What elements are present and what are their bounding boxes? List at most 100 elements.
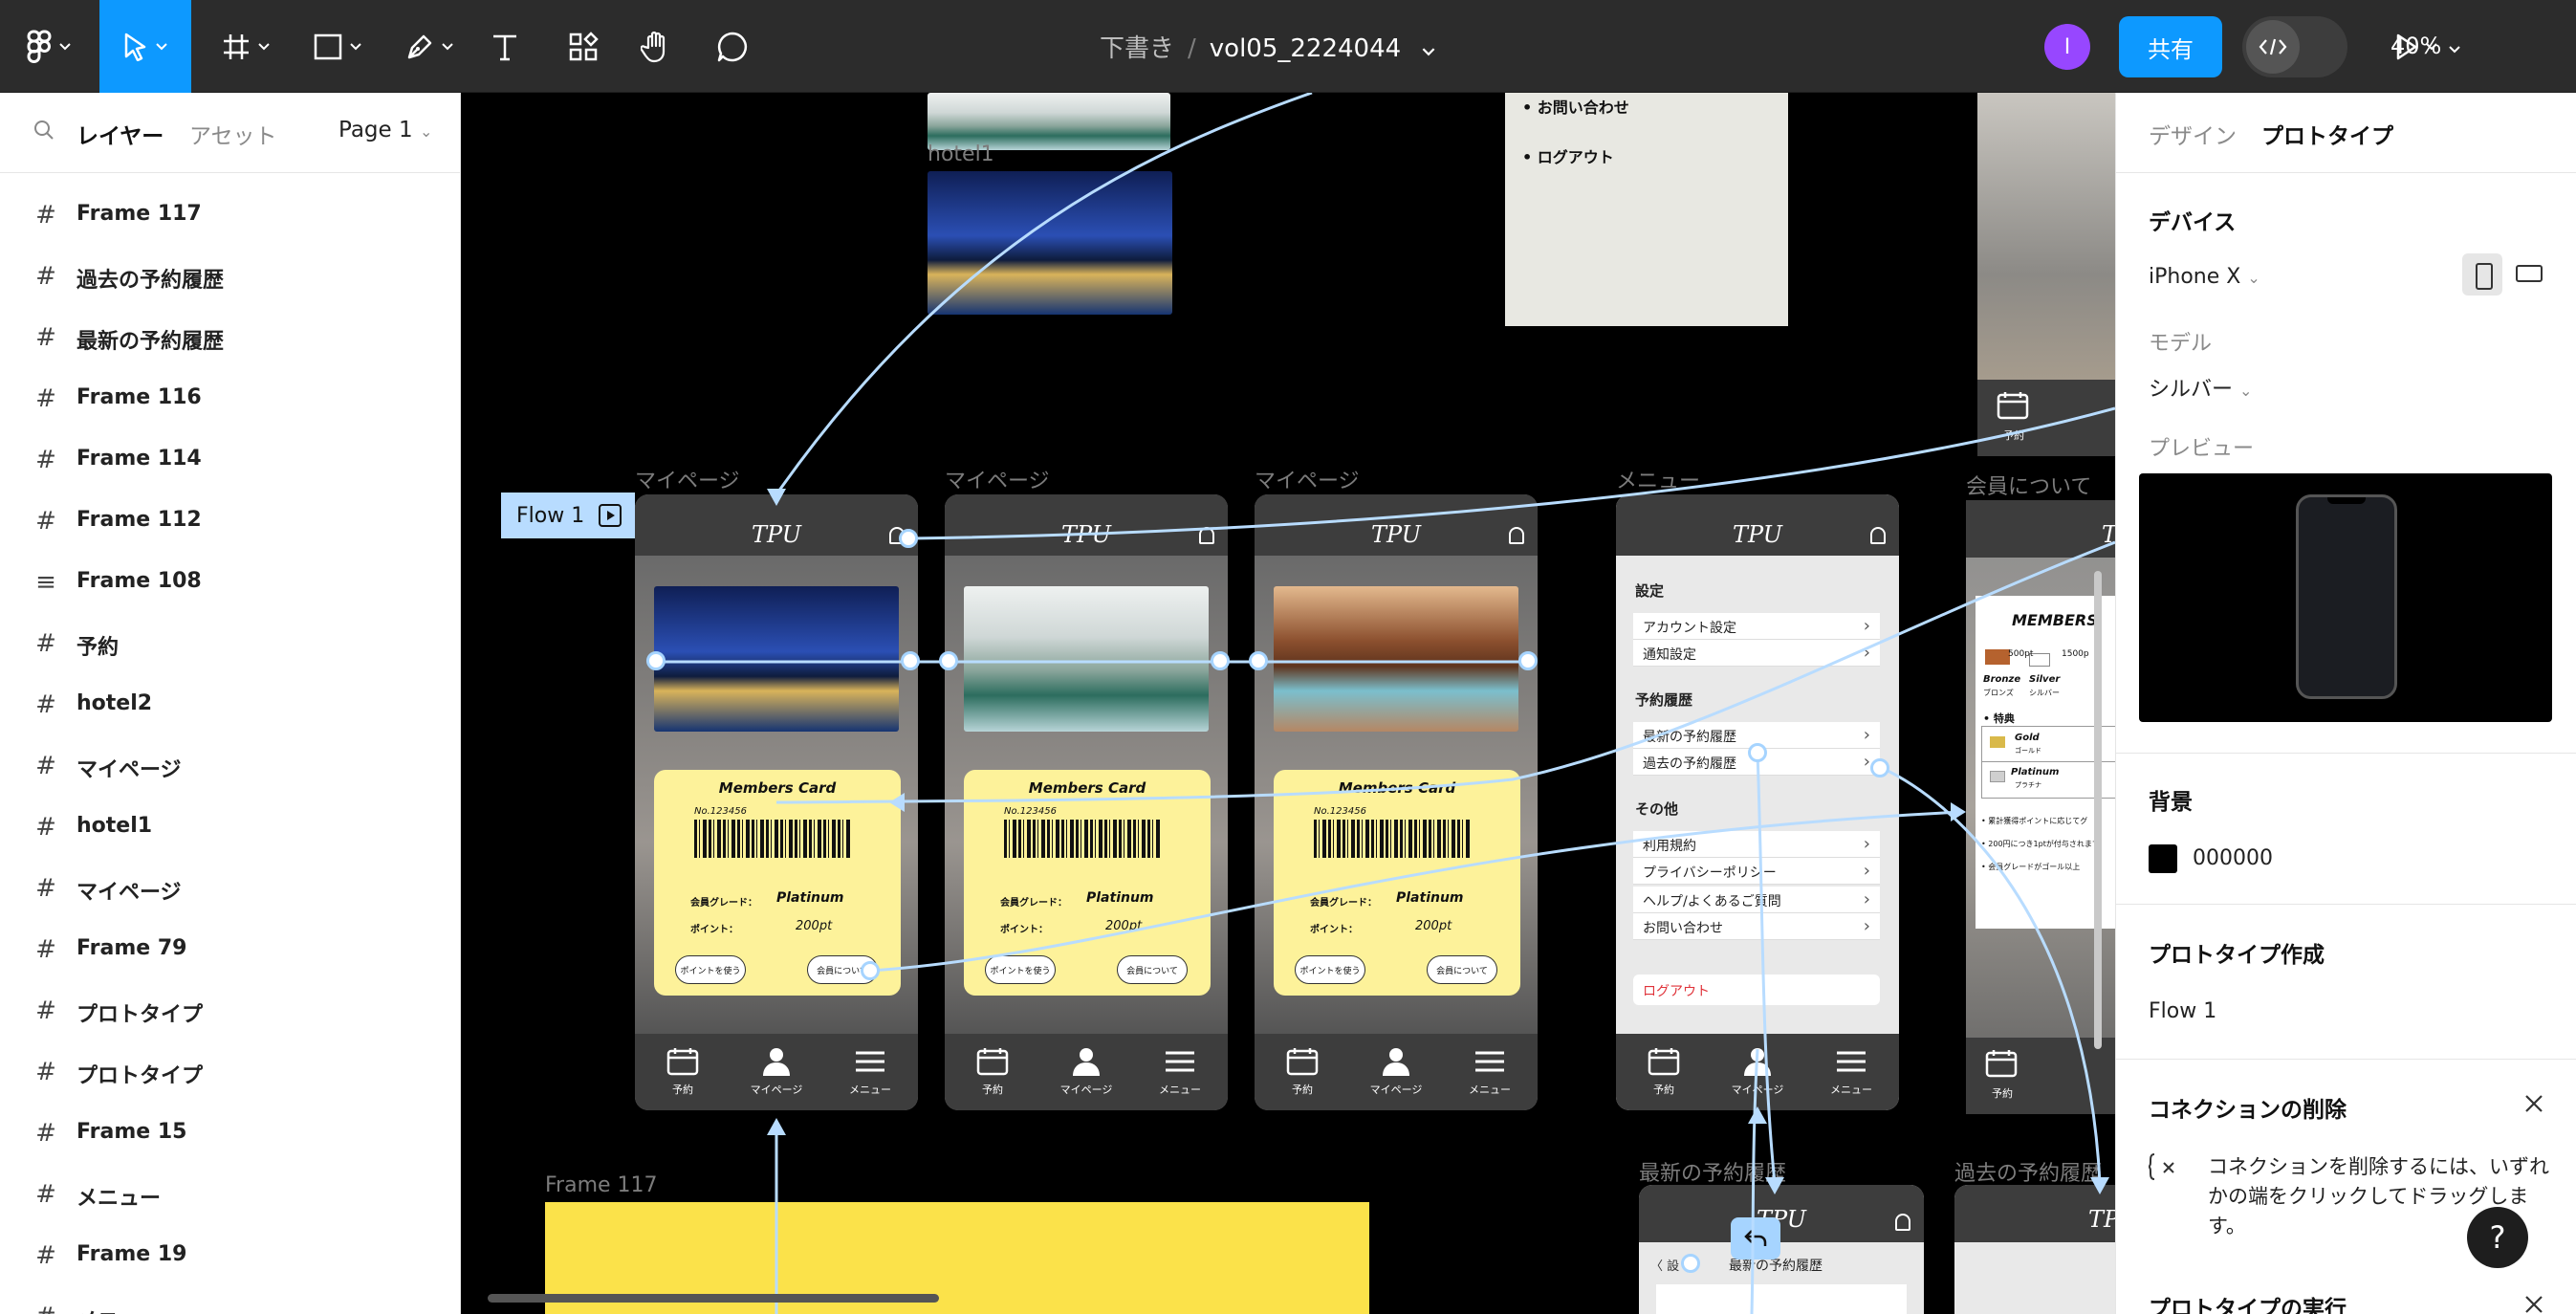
layer-name: hotel2: [76, 691, 153, 715]
delete-connection-title: コネクションの削除: [2149, 1098, 2347, 1123]
layer-item[interactable]: ≡ Frame 108: [0, 552, 459, 613]
zoom-level[interactable]: 40%: [2390, 33, 2460, 59]
layer-item[interactable]: # Frame 79: [0, 919, 459, 980]
frame-icon: #: [35, 384, 56, 413]
connection-node[interactable]: [1211, 651, 1230, 670]
close-icon[interactable]: [2523, 1294, 2544, 1314]
preview-label: プレビュー: [2149, 437, 2255, 461]
layer-item[interactable]: # マイページ: [0, 858, 459, 919]
layer-item[interactable]: # メニュー: [0, 1286, 459, 1314]
layer-name: Frame 112: [76, 508, 202, 532]
portrait-orientation-icon[interactable]: [2462, 253, 2502, 296]
layer-item[interactable]: # Frame 117: [0, 185, 459, 246]
canvas-scrollbar-thumb[interactable]: [488, 1294, 939, 1303]
layer-item[interactable]: # 過去の予約履歴: [0, 246, 459, 307]
help-button[interactable]: ?: [2467, 1207, 2528, 1268]
frame-tool[interactable]: [212, 0, 279, 93]
layer-item[interactable]: # hotel1: [0, 797, 459, 858]
background-hex[interactable]: 000000: [2193, 846, 2273, 870]
user-avatar[interactable]: I: [2044, 24, 2090, 70]
file-title[interactable]: 下書き / vol05_2224044: [1100, 29, 1435, 64]
connection-node[interactable]: [901, 651, 920, 670]
comment-tool[interactable]: [711, 0, 753, 93]
layer-name: Frame 117: [76, 202, 202, 226]
arrowhead: [1951, 802, 1966, 821]
connection-node[interactable]: [1249, 651, 1268, 670]
layer-item[interactable]: # Frame 114: [0, 429, 459, 491]
device-value: iPhone X: [2149, 265, 2241, 289]
layer-name: マイページ: [76, 881, 182, 905]
connection-node[interactable]: [646, 651, 666, 670]
frame-icon: #: [35, 507, 56, 536]
rectangle-icon: [314, 33, 342, 59]
layer-item[interactable]: # プロトタイプ: [0, 1041, 459, 1103]
dev-mode-toggle[interactable]: [2242, 16, 2347, 77]
layer-name: Frame 19: [76, 1242, 187, 1266]
move-tool[interactable]: [99, 0, 191, 93]
close-icon[interactable]: [2523, 1093, 2544, 1114]
file-name: vol05_2224044: [1209, 34, 1402, 63]
layer-name: メニュー: [76, 1303, 161, 1314]
page-name: Page 1: [338, 118, 413, 142]
shape-tool[interactable]: [302, 0, 373, 93]
design-canvas[interactable]: hotel1 • お問い合わせ • ログアウト 予約 Flow 1 マイページ …: [461, 93, 2115, 1314]
layer-item[interactable]: # マイページ: [0, 735, 459, 797]
connection-node[interactable]: [1518, 651, 1538, 670]
tab-assets[interactable]: アセット: [189, 118, 277, 150]
divider: [2116, 753, 2576, 754]
components-icon: [569, 31, 599, 60]
device-select[interactable]: iPhone X ⌄: [2149, 265, 2260, 289]
frame-icon: #: [35, 874, 56, 903]
components-tool[interactable]: [562, 0, 604, 93]
share-button[interactable]: 共有: [2119, 16, 2222, 77]
connection-curve: [775, 93, 1313, 495]
layer-name: メニュー: [76, 1187, 162, 1211]
connection-node[interactable]: [1748, 743, 1767, 762]
layers-panel-header: レイヤー アセット Page 1 ⌄: [0, 93, 461, 173]
chevron-down-icon: [2449, 46, 2460, 54]
chevron-down-icon: [442, 42, 453, 50]
chevron-down-icon: ⌄: [2247, 269, 2260, 287]
connection-node[interactable]: [1681, 1254, 1700, 1273]
layer-item[interactable]: # メニュー: [0, 1164, 459, 1225]
layer-name: 予約: [76, 636, 120, 660]
layer-item[interactable]: # Frame 19: [0, 1225, 459, 1286]
chevron-down-icon: [156, 42, 167, 50]
connection-node[interactable]: [899, 529, 918, 548]
background-section-title: 背景: [2149, 790, 2193, 815]
tab-layers[interactable]: レイヤー: [76, 118, 164, 150]
tab-prototype[interactable]: プロトタイプ: [2261, 118, 2393, 150]
frame-icon: [224, 33, 249, 59]
toolbar: 下書き / vol05_2224044 I 共有 40%: [0, 0, 2576, 93]
layer-item[interactable]: # Frame 116: [0, 368, 459, 429]
layer-item[interactable]: # Frame 112: [0, 491, 459, 552]
cursor-icon: [124, 33, 146, 61]
chevron-down-icon: [258, 42, 270, 50]
tab-design[interactable]: デザイン: [2149, 118, 2237, 150]
hand-tool[interactable]: [635, 0, 677, 93]
connection-node[interactable]: [1870, 758, 1889, 777]
model-select[interactable]: シルバー ⌄: [2149, 372, 2252, 403]
pen-tool[interactable]: [394, 0, 465, 93]
chevron-down-icon: ⌄: [2239, 382, 2253, 400]
figma-menu-button[interactable]: [19, 0, 78, 93]
connection-curve: [775, 540, 2115, 804]
run-prototype-title: プロトタイプの実行: [2149, 1297, 2347, 1314]
connection-node[interactable]: [939, 651, 958, 670]
connection-curve: [1881, 766, 2102, 1184]
search-icon[interactable]: [33, 119, 55, 142]
phone-preview-icon: [2296, 494, 2397, 699]
layer-item[interactable]: # 最新の予約履歴: [0, 307, 459, 368]
frame-icon: #: [35, 996, 56, 1025]
page-selector[interactable]: Page 1 ⌄: [338, 118, 432, 142]
layer-item[interactable]: # 予約: [0, 613, 459, 674]
background-color-swatch[interactable]: [2149, 844, 2177, 873]
layer-item[interactable]: # Frame 15: [0, 1103, 459, 1164]
disconnect-icon: [2149, 1153, 2174, 1180]
landscape-orientation-icon[interactable]: [2516, 265, 2543, 282]
layer-item[interactable]: # プロトタイプ: [0, 980, 459, 1041]
flow-item[interactable]: Flow 1: [2149, 999, 2216, 1023]
text-tool[interactable]: [484, 0, 526, 93]
layer-item[interactable]: # hotel2: [0, 674, 459, 735]
connection-node[interactable]: [861, 961, 880, 980]
